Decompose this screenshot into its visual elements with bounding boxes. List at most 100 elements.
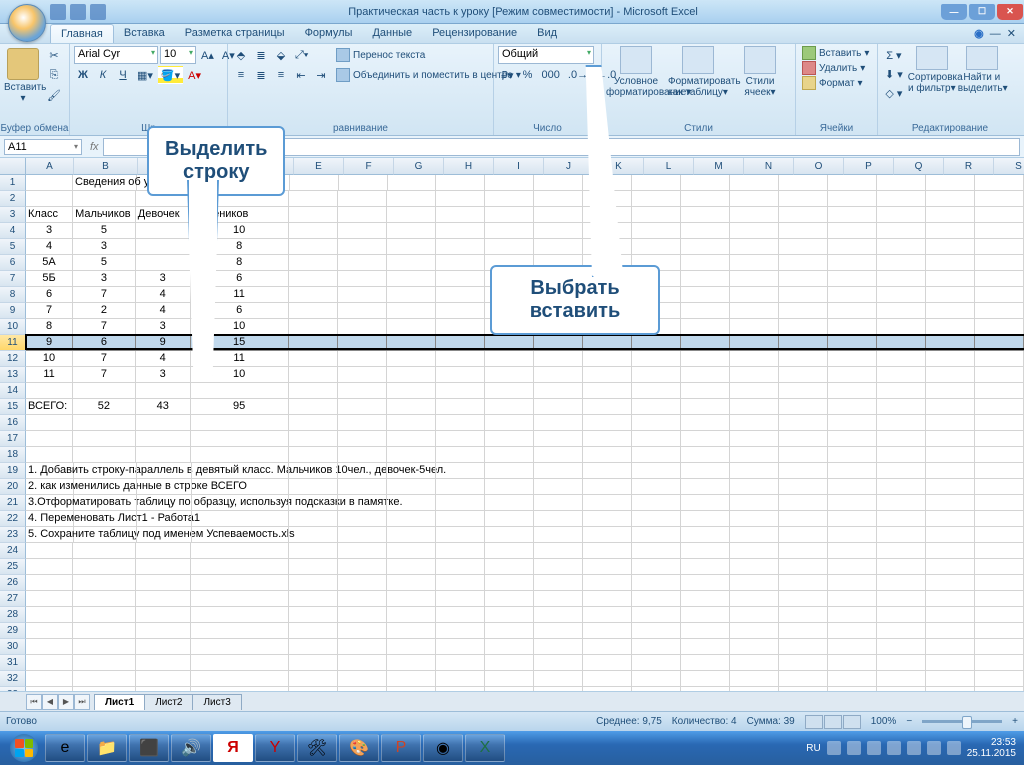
- cell-D27[interactable]: [191, 591, 289, 607]
- cell-E1[interactable]: [290, 175, 339, 191]
- cell-C29[interactable]: [136, 623, 191, 639]
- cell-A18[interactable]: [26, 447, 73, 463]
- cell-G29[interactable]: [387, 623, 436, 639]
- col-header-Q[interactable]: Q: [894, 158, 944, 175]
- row-16[interactable]: [26, 415, 1024, 431]
- cell-R32[interactable]: [926, 671, 975, 687]
- cell-K15[interactable]: [583, 399, 632, 415]
- row-header-11[interactable]: 11: [0, 335, 26, 351]
- cell-S10[interactable]: [975, 319, 1024, 335]
- cell-A21[interactable]: 3.Отформатировать таблицу по образцу, ис…: [26, 495, 74, 511]
- close-button[interactable]: ✕: [997, 4, 1023, 20]
- task-explorer-icon[interactable]: 📁: [87, 734, 127, 762]
- col-header-R[interactable]: R: [944, 158, 994, 175]
- cell-B30[interactable]: [73, 639, 136, 655]
- find-select-button[interactable]: Найти и выделить▾: [958, 46, 1006, 94]
- cell-C3[interactable]: Девочек: [136, 207, 191, 223]
- cell-M30[interactable]: [681, 639, 730, 655]
- cell-E31[interactable]: [289, 655, 338, 671]
- cell-R1[interactable]: [926, 175, 975, 191]
- cell-styles-button[interactable]: Стили ячеек▾: [730, 46, 790, 98]
- cell-O3[interactable]: [779, 207, 828, 223]
- col-header-H[interactable]: H: [444, 158, 494, 175]
- row-header-23[interactable]: 23: [0, 527, 26, 543]
- row-23[interactable]: 5. Сохраните таблицу под именем Успеваем…: [26, 527, 1024, 543]
- cell-G30[interactable]: [387, 639, 436, 655]
- cell-I11[interactable]: [485, 335, 534, 351]
- tab-formulas[interactable]: Формулы: [295, 24, 363, 43]
- cell-R6[interactable]: [926, 255, 975, 271]
- cell-N13[interactable]: [730, 367, 779, 383]
- cell-M22[interactable]: [681, 511, 730, 527]
- cell-Q17[interactable]: [877, 431, 926, 447]
- clear-icon[interactable]: ◇ ▾: [882, 84, 906, 102]
- cell-M6[interactable]: [681, 255, 730, 271]
- cell-F5[interactable]: [338, 239, 387, 255]
- cell-O22[interactable]: [779, 511, 828, 527]
- cell-S18[interactable]: [975, 447, 1024, 463]
- cell-P32[interactable]: [828, 671, 877, 687]
- cell-E12[interactable]: [289, 351, 338, 367]
- cell-S30[interactable]: [975, 639, 1024, 655]
- cell-A15[interactable]: ВСЕГО:: [26, 399, 73, 415]
- cell-N29[interactable]: [730, 623, 779, 639]
- cell-C22[interactable]: [137, 511, 192, 527]
- cell-J4[interactable]: [534, 223, 583, 239]
- cell-L28[interactable]: [632, 607, 681, 623]
- col-header-B[interactable]: B: [74, 158, 138, 175]
- cell-N4[interactable]: [730, 223, 779, 239]
- delete-cells-button[interactable]: Удалить ▾: [800, 61, 871, 75]
- cell-A2[interactable]: [26, 191, 73, 207]
- row-26[interactable]: [26, 575, 1024, 591]
- cell-I31[interactable]: [485, 655, 534, 671]
- cell-M13[interactable]: [681, 367, 730, 383]
- cell-F18[interactable]: [338, 447, 387, 463]
- cell-H31[interactable]: [436, 655, 485, 671]
- tray-icon-4[interactable]: [887, 741, 901, 755]
- cell-N1[interactable]: [730, 175, 779, 191]
- row-28[interactable]: [26, 607, 1024, 623]
- cell-J25[interactable]: [534, 559, 583, 575]
- cell-I2[interactable]: [485, 191, 534, 207]
- cell-R17[interactable]: [926, 431, 975, 447]
- cell-J11[interactable]: [534, 335, 583, 351]
- cell-A24[interactable]: [26, 543, 73, 559]
- row-header-29[interactable]: 29: [0, 623, 26, 639]
- cell-F17[interactable]: [338, 431, 387, 447]
- cell-M1[interactable]: [681, 175, 730, 191]
- cell-D30[interactable]: [191, 639, 289, 655]
- cell-I21[interactable]: [485, 495, 534, 511]
- cell-K26[interactable]: [583, 575, 632, 591]
- cell-C4[interactable]: [136, 223, 191, 239]
- cell-C15[interactable]: 43: [136, 399, 191, 415]
- cell-E26[interactable]: [289, 575, 338, 591]
- cell-G28[interactable]: [387, 607, 436, 623]
- cell-R29[interactable]: [926, 623, 975, 639]
- cell-I23[interactable]: [485, 527, 534, 543]
- cell-I3[interactable]: [485, 207, 534, 223]
- cell-Q4[interactable]: [877, 223, 926, 239]
- cell-D31[interactable]: [191, 655, 289, 671]
- cell-G32[interactable]: [387, 671, 436, 687]
- cell-O12[interactable]: [779, 351, 828, 367]
- cell-S16[interactable]: [975, 415, 1024, 431]
- cell-H17[interactable]: [436, 431, 485, 447]
- cell-J17[interactable]: [534, 431, 583, 447]
- cell-P1[interactable]: [828, 175, 877, 191]
- cell-S17[interactable]: [975, 431, 1024, 447]
- cell-H26[interactable]: [436, 575, 485, 591]
- cell-Q26[interactable]: [877, 575, 926, 591]
- cell-R12[interactable]: [926, 351, 975, 367]
- cell-M20[interactable]: [681, 479, 730, 495]
- autosum-icon[interactable]: Σ ▾: [882, 46, 906, 64]
- cell-C19[interactable]: [137, 463, 192, 479]
- cell-P11[interactable]: [828, 335, 877, 351]
- row-header-30[interactable]: 30: [0, 639, 26, 655]
- cell-J15[interactable]: [534, 399, 583, 415]
- cell-F3[interactable]: [338, 207, 387, 223]
- cell-L3[interactable]: [632, 207, 681, 223]
- cell-Q31[interactable]: [877, 655, 926, 671]
- comma-icon[interactable]: 000: [539, 66, 563, 84]
- cell-M8[interactable]: [681, 287, 730, 303]
- cell-G7[interactable]: [387, 271, 436, 287]
